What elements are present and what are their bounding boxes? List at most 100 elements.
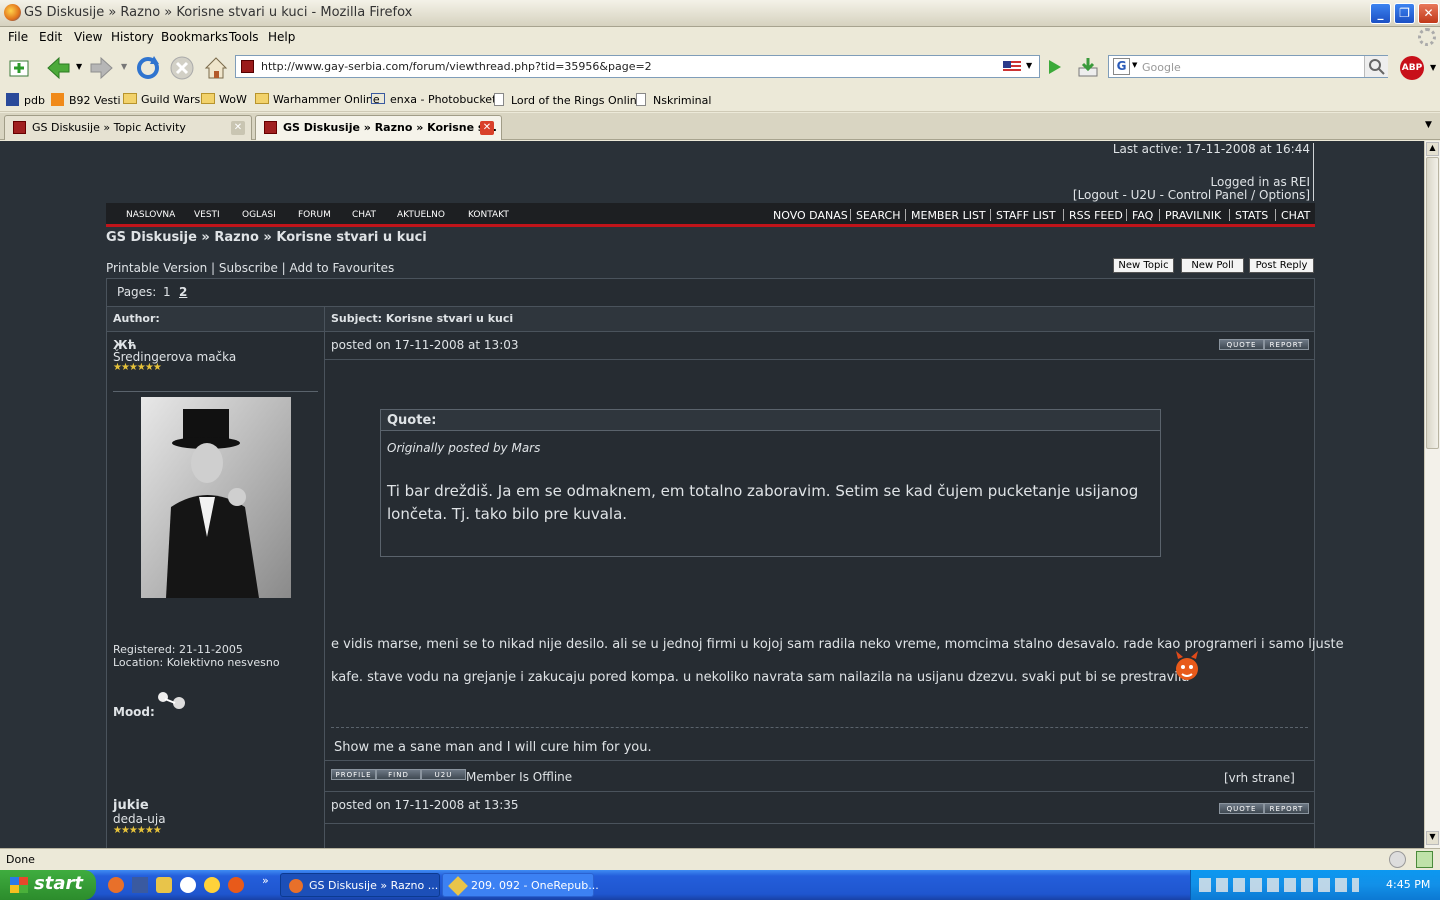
task-label: GS Diskusije » Razno ... xyxy=(309,879,439,892)
breadcrumb[interactable]: GS Diskusije » Razno » Korisne stvari u … xyxy=(106,230,427,245)
bookmark-b92[interactable]: B92 Vesti xyxy=(51,93,121,107)
pdb-icon xyxy=(6,93,19,106)
page-check-icon[interactable] xyxy=(1416,851,1433,868)
nav-search[interactable]: SEARCH xyxy=(856,209,901,222)
tab-label: GS Diskusije » Topic Activity xyxy=(32,121,186,134)
menu-view[interactable]: View xyxy=(74,30,102,44)
app-launch-icon[interactable] xyxy=(156,877,172,893)
quote-button[interactable]: QUOTE xyxy=(1219,803,1264,814)
page-1-link[interactable]: 1 xyxy=(163,285,171,299)
u2u-button[interactable]: U2U xyxy=(421,769,466,780)
go-button[interactable] xyxy=(1044,57,1066,77)
nav-pravilnik[interactable]: PRAVILNIK xyxy=(1165,209,1221,222)
menu-edit[interactable]: Edit xyxy=(39,30,62,44)
nav-stats[interactable]: STATS xyxy=(1235,209,1268,222)
bookmark-warhammer[interactable]: Warhammer Online xyxy=(255,93,380,106)
forward-history-icon[interactable]: ▼ xyxy=(121,62,127,71)
tab-korisne-stvari[interactable]: GS Diskusije » Razno » Korisne s... ✕ xyxy=(255,115,502,140)
adblock-dropdown-icon[interactable]: ▼ xyxy=(1430,63,1436,72)
url-bar[interactable]: http://www.gay-serbia.com/forum/viewthre… xyxy=(235,55,1040,78)
menu-help[interactable]: Help xyxy=(268,30,295,44)
thread-tools[interactable]: Printable Version | Subscribe | Add to F… xyxy=(106,261,394,275)
search-bar[interactable]: G ▼ Google xyxy=(1108,55,1388,78)
menu-tools[interactable]: Tools xyxy=(229,30,259,44)
back-button[interactable] xyxy=(44,54,72,82)
reload-icon[interactable] xyxy=(134,54,162,82)
bookmark-label: Lord of the Rings Online xyxy=(511,94,644,107)
menu-bookmarks[interactable]: Bookmarks xyxy=(161,30,228,44)
nav-staff-list[interactable]: STAFF LIST xyxy=(996,209,1056,222)
nav-chat-right[interactable]: CHAT xyxy=(1281,209,1310,222)
bookmark-pdb[interactable]: pdb xyxy=(6,93,45,107)
url-dropdown-icon[interactable]: ▼ xyxy=(1026,61,1032,70)
close-button[interactable]: ✕ xyxy=(1418,3,1439,24)
task-label: 209. 092 - OneRepub... xyxy=(471,879,599,892)
download-icon[interactable] xyxy=(1076,56,1100,78)
post-author[interactable]: jukie xyxy=(113,798,149,813)
post-reply-button[interactable]: Post Reply xyxy=(1249,258,1314,273)
task-firefox[interactable]: GS Diskusije » Razno ... xyxy=(280,873,440,897)
nav-rss-feed[interactable]: RSS FEED xyxy=(1069,209,1123,222)
status-icon[interactable] xyxy=(1389,851,1406,868)
nav-vesti[interactable]: VESTI xyxy=(194,210,220,220)
firefox-launch-icon[interactable] xyxy=(108,877,124,893)
new-poll-button[interactable]: New Poll xyxy=(1181,258,1244,273)
tray-icons[interactable] xyxy=(1199,878,1359,892)
nav-aktuelno[interactable]: AKTUELNO xyxy=(397,210,445,220)
profile-button[interactable]: PROFILE xyxy=(331,769,376,780)
new-tab-icon[interactable] xyxy=(5,54,33,82)
nav-oglasi[interactable]: OGLASI xyxy=(242,210,276,220)
scroll-down-icon[interactable]: ▼ xyxy=(1426,831,1439,845)
nav-member-list[interactable]: MEMBER LIST xyxy=(911,209,986,222)
bookmark-guild-wars[interactable]: Guild Wars xyxy=(123,93,200,106)
save-launch-icon[interactable] xyxy=(132,877,148,893)
search-engine-dropdown-icon[interactable]: ▼ xyxy=(1132,61,1137,69)
report-button[interactable]: REPORT xyxy=(1264,339,1309,350)
game-launch-icon[interactable] xyxy=(228,877,244,893)
nav-kontakt[interactable]: KONTAKT xyxy=(468,210,509,220)
stop-icon[interactable] xyxy=(168,54,196,82)
chat-launch-icon[interactable] xyxy=(180,877,196,893)
scroll-thumb[interactable] xyxy=(1426,157,1439,449)
tab-close-icon[interactable]: ✕ xyxy=(480,121,494,135)
google-icon[interactable]: G xyxy=(1113,58,1130,75)
tab-list-icon[interactable]: ▼ xyxy=(1425,120,1432,130)
bookmark-wow[interactable]: WoW xyxy=(201,93,247,106)
new-topic-button[interactable]: New Topic xyxy=(1113,258,1174,273)
url-text[interactable]: http://www.gay-serbia.com/forum/viewthre… xyxy=(261,60,652,73)
back-history-icon[interactable]: ▼ xyxy=(76,62,82,71)
more-launch-icon[interactable]: » xyxy=(262,874,269,887)
top-of-page-link[interactable]: [vrh strane] xyxy=(1224,771,1295,785)
bookmark-lotro[interactable]: Lord of the Rings Online xyxy=(494,93,643,107)
search-icon[interactable] xyxy=(1364,56,1388,77)
search-input[interactable]: Google xyxy=(1142,61,1181,74)
nav-forum[interactable]: FORUM xyxy=(298,210,331,220)
nav-faq[interactable]: FAQ xyxy=(1132,209,1153,222)
minimize-button[interactable]: _ xyxy=(1370,3,1391,24)
menu-history[interactable]: History xyxy=(111,30,154,44)
bookmark-nskriminal[interactable]: Nskriminal xyxy=(636,93,711,107)
nav-naslovna[interactable]: NASLOVNA xyxy=(126,210,175,220)
home-icon[interactable] xyxy=(202,54,230,82)
messenger-launch-icon[interactable] xyxy=(204,877,220,893)
task-media-player[interactable]: 209. 092 - OneRepub... xyxy=(442,873,599,897)
report-button[interactable]: REPORT xyxy=(1264,803,1309,814)
account-links[interactable]: [Logout - U2U - Control Panel / Options] xyxy=(1073,189,1310,202)
nav-chat[interactable]: CHAT xyxy=(352,210,376,220)
nav-novo-danas[interactable]: NOVO DANAS xyxy=(773,209,848,222)
tab-close-icon[interactable]: ✕ xyxy=(231,121,245,135)
bookmark-photobucket[interactable]: enxa - Photobucket xyxy=(371,93,496,106)
menu-file[interactable]: File xyxy=(8,30,28,44)
forward-button[interactable] xyxy=(88,54,116,82)
scroll-up-icon[interactable]: ▲ xyxy=(1426,142,1439,156)
start-button[interactable]: start xyxy=(0,870,96,900)
tab-topic-activity[interactable]: GS Diskusije » Topic Activity ✕ xyxy=(4,115,252,140)
adblock-icon[interactable]: ABP xyxy=(1400,56,1424,80)
vertical-scrollbar[interactable]: ▲ ▼ xyxy=(1424,141,1440,848)
post-author-rank: deda-uja xyxy=(113,812,166,826)
tab-label: GS Diskusije » Razno » Korisne s... xyxy=(283,121,497,134)
quote-button[interactable]: QUOTE xyxy=(1219,339,1264,350)
find-button[interactable]: FIND xyxy=(376,769,421,780)
maximize-button[interactable]: ❐ xyxy=(1394,3,1415,24)
signature-divider xyxy=(331,727,1308,728)
